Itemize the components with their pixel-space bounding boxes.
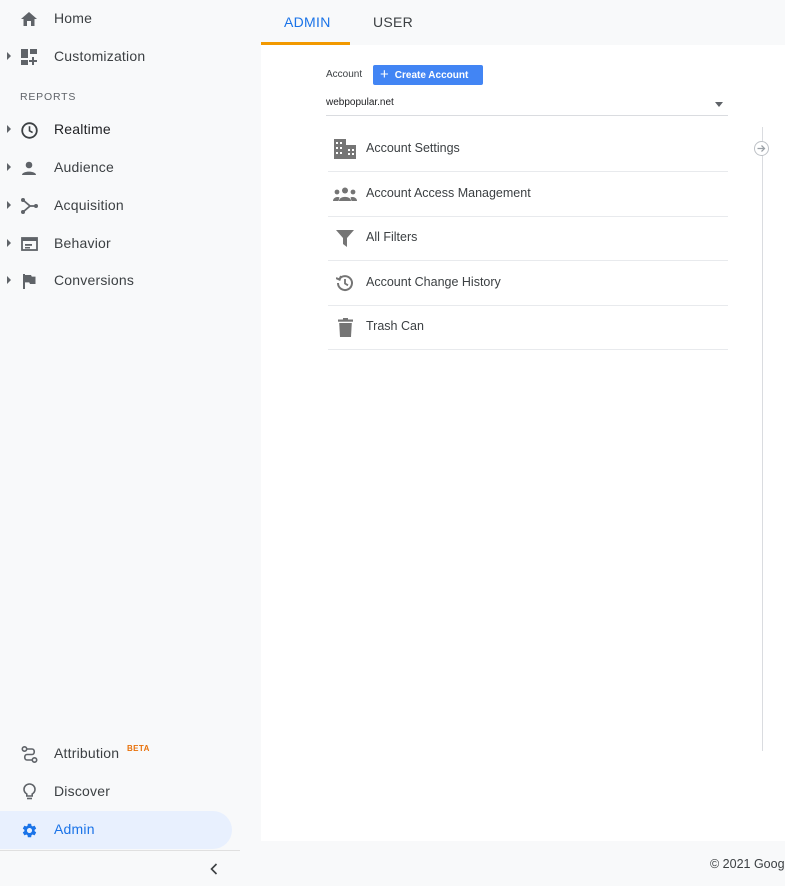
beta-badge: BETA [127,744,150,753]
sidebar-item-label: Attribution [54,745,120,761]
sidebar-item-label: Realtime [54,121,111,137]
attribution-icon [20,745,38,763]
menu-item-label: All Filters [366,230,418,244]
expand-caret-icon [7,163,11,171]
sidebar-item-label: Conversions [54,272,135,288]
clock-icon [20,121,38,139]
section-title-reports: REPORTS [20,91,77,103]
sidebar-item-attribution[interactable]: Attribution [0,735,232,773]
dropdown-arrow-icon [715,102,723,107]
expand-caret-icon [7,239,11,247]
menu-item-all-filters[interactable]: All Filters [328,216,728,261]
sidebar-item-customization[interactable]: Customization [0,38,232,76]
account-selector-value: webpopular.net [326,97,394,108]
tab-admin[interactable]: ADMIN [284,14,331,30]
sidebar-item-behavior[interactable]: Behavior [0,225,232,263]
menu-item-trash-can[interactable]: Trash Can [328,305,728,350]
menu-item-label: Trash Can [366,319,424,333]
expand-caret-icon [7,201,11,209]
sidebar-footer [0,850,240,886]
column-divider [762,127,763,751]
footer-copyright: © 2021 Goog [710,857,785,871]
account-label: Account [326,69,363,80]
sidebar-item-audience[interactable]: Audience [0,149,232,187]
flag-icon [20,272,38,290]
expand-column-icon[interactable] [754,141,769,156]
sidebar-item-label: Customization [54,48,146,64]
people-icon [333,183,357,205]
account-selector[interactable]: webpopular.net [326,94,728,116]
sidebar-item-acquisition[interactable]: Acquisition [0,187,232,225]
history-icon [333,272,357,294]
menu-item-label: Account Access Management [366,186,531,200]
sidebar-item-label: Acquisition [54,197,124,213]
trash-icon [333,316,357,338]
menu-item-account-change-history[interactable]: Account Change History [328,261,728,306]
filter-icon [333,227,357,249]
lightbulb-icon [20,783,38,801]
tab-user[interactable]: USER [373,14,413,30]
sidebar-item-conversions[interactable]: Conversions [0,262,232,300]
sidebar-item-label: Audience [54,159,114,175]
sidebar-item-label: Admin [54,821,95,837]
sidebar-item-discover[interactable]: Discover [0,773,232,811]
sidebar-item-label: Behavior [54,235,111,251]
home-icon [20,10,38,28]
create-account-label: Create Account [394,69,469,81]
sidebar-item-realtime[interactable]: Realtime [0,111,232,149]
sidebar-item-home[interactable]: Home [0,0,232,38]
expand-caret-icon [7,125,11,133]
behavior-icon [20,235,38,253]
create-account-button[interactable]: + Create Account [373,65,483,85]
sidebar: Home Customization REPORTS Realtime Audi… [0,0,240,885]
building-icon [333,138,357,160]
person-icon [20,159,38,177]
chevron-left-icon [210,863,218,875]
collapse-sidebar-button[interactable] [205,860,223,878]
dashboard-icon [20,48,38,66]
expand-caret-icon [7,52,11,60]
sidebar-item-label: Home [54,10,93,26]
menu-item-account-settings[interactable]: Account Settings [328,127,728,172]
acquisition-icon [20,197,38,215]
plus-icon: + [380,66,389,83]
sidebar-item-admin[interactable]: Admin [0,811,232,849]
sidebar-item-label: Discover [54,783,111,799]
menu-item-label: Account Settings [366,141,460,155]
gear-icon [20,821,38,839]
expand-caret-icon [7,276,11,284]
menu-item-account-access-management[interactable]: Account Access Management [328,172,728,217]
menu-item-label: Account Change History [366,275,501,289]
